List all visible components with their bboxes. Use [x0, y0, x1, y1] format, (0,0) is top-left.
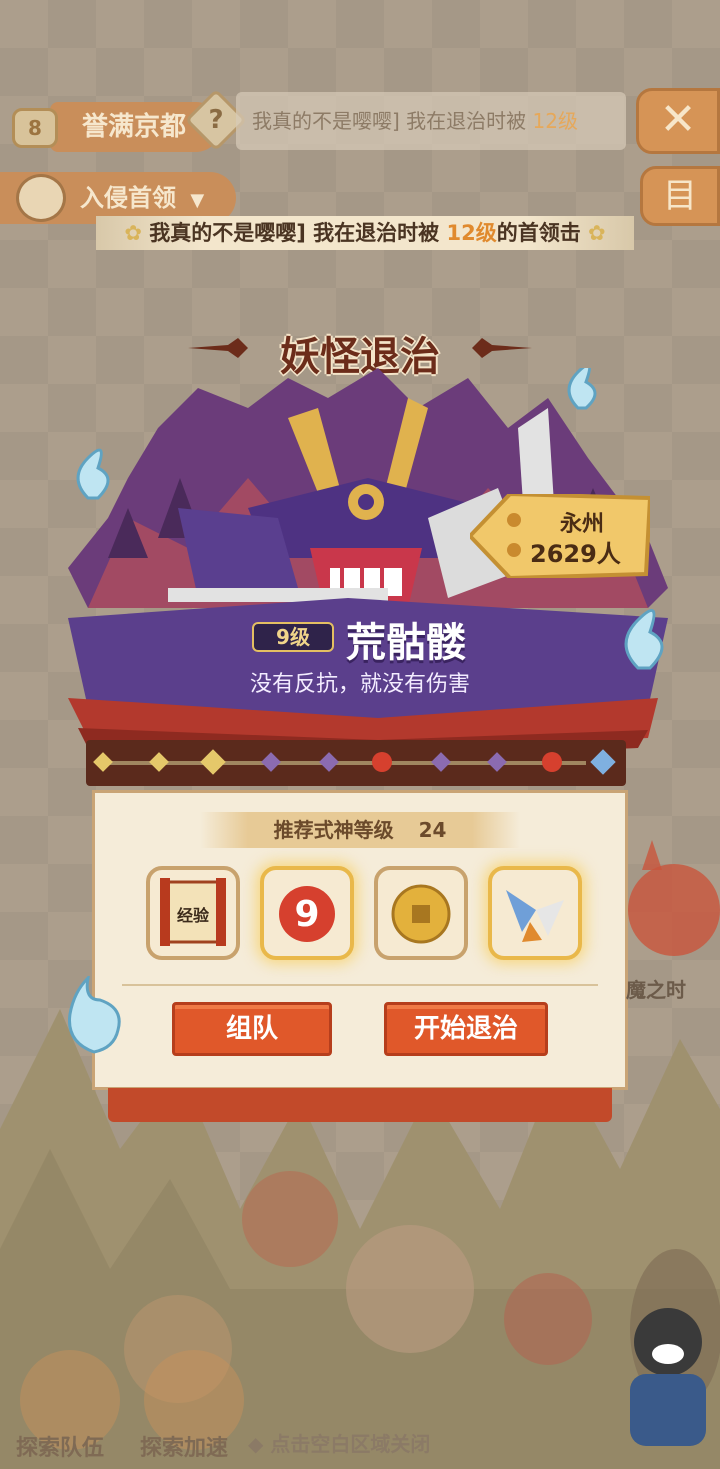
reward-red-daruma[interactable]: 9	[260, 866, 354, 960]
recommended-level-label: 推荐式神等级	[273, 818, 394, 842]
flower-icon: ✿	[124, 221, 142, 245]
team-up-button[interactable]: 组队	[172, 1002, 332, 1056]
stage-progress-track	[86, 740, 626, 786]
list-icon: 目	[663, 176, 697, 216]
ticker-text: 我真的不是嘤嘤] 我在退治时被	[252, 109, 527, 133]
daruma-9-icon: 9	[279, 886, 335, 942]
coin-node-icon	[200, 749, 226, 775]
chevron-down-icon: ▼	[190, 190, 205, 211]
area-title-label: 誉满京都	[82, 112, 187, 142]
progress-node	[431, 752, 451, 772]
boss-quote: 没有反抗，就没有伤害	[249, 672, 470, 697]
paper-bird-icon	[506, 890, 564, 942]
notice-text-before: 我真的不是嘤嘤] 我在退治时被	[149, 221, 440, 245]
progress-node	[319, 752, 339, 772]
event-label: 魔之时	[626, 978, 686, 1002]
progress-node	[261, 752, 281, 772]
close-icon: ✕	[659, 94, 697, 145]
progress-node	[93, 752, 113, 772]
daruma-node-icon	[372, 752, 392, 772]
reward-label: 经验	[176, 906, 209, 925]
reward-gold-coin[interactable]	[374, 866, 468, 960]
progress-node	[149, 752, 169, 772]
kumamon-mascot-icon	[630, 1308, 706, 1446]
explore-speed-label: 探索加速	[140, 1436, 229, 1461]
gold-coin-icon	[391, 884, 451, 944]
recommended-level: 推荐式神等级 24	[200, 812, 520, 848]
daruma-node-icon	[542, 752, 562, 772]
progress-node	[487, 752, 507, 772]
boss-name: 荒骷髅	[346, 619, 466, 666]
help-glyph: ?	[208, 105, 224, 135]
panel-divider	[122, 984, 598, 986]
close-hint: ◆ 点击空白区域关闭	[248, 1432, 431, 1456]
ticker-level: 12级	[532, 109, 578, 133]
reward-exp-scroll[interactable]: 经验	[146, 866, 240, 960]
reward-paper-bird[interactable]	[488, 866, 582, 960]
title-right-deco	[472, 338, 532, 358]
panel-footer	[108, 1088, 612, 1122]
close-button[interactable]: ✕	[636, 88, 720, 154]
boss-illustration	[68, 368, 668, 758]
area-level-badge: 8	[12, 108, 58, 148]
location-player-count: 2629人	[530, 540, 621, 568]
flower-icon: ✿	[588, 221, 606, 245]
boss-level-badge: 9级	[252, 622, 334, 652]
svg-text:9: 9	[294, 894, 319, 935]
notice-text-after: 的首领击	[496, 221, 581, 245]
broadcast-notice: ✿ 我真的不是嘤嘤] 我在退治时被 12级的首领击 ✿	[96, 216, 634, 250]
oni-mask-icon	[628, 840, 720, 956]
news-ticker: 我真的不是嘤嘤] 我在退治时被 12级	[236, 92, 626, 150]
demon-face-icon	[16, 174, 66, 222]
recommended-level-value: 24	[418, 818, 447, 842]
start-battle-button[interactable]: 开始退治	[384, 1002, 548, 1056]
paper-bird-node-icon	[590, 749, 616, 775]
spirit-flame-icon	[68, 976, 121, 1054]
menu-button[interactable]: 目	[640, 166, 720, 226]
notice-level: 12级	[446, 221, 497, 245]
invade-boss-text: 入侵首领	[80, 184, 176, 212]
progress-rail	[100, 761, 586, 765]
explore-team-label: 探索队伍	[16, 1436, 105, 1461]
top-hud: 誉满京都 8 ? 我真的不是嘤嘤] 我在退治时被 12级 ✕	[0, 88, 720, 154]
